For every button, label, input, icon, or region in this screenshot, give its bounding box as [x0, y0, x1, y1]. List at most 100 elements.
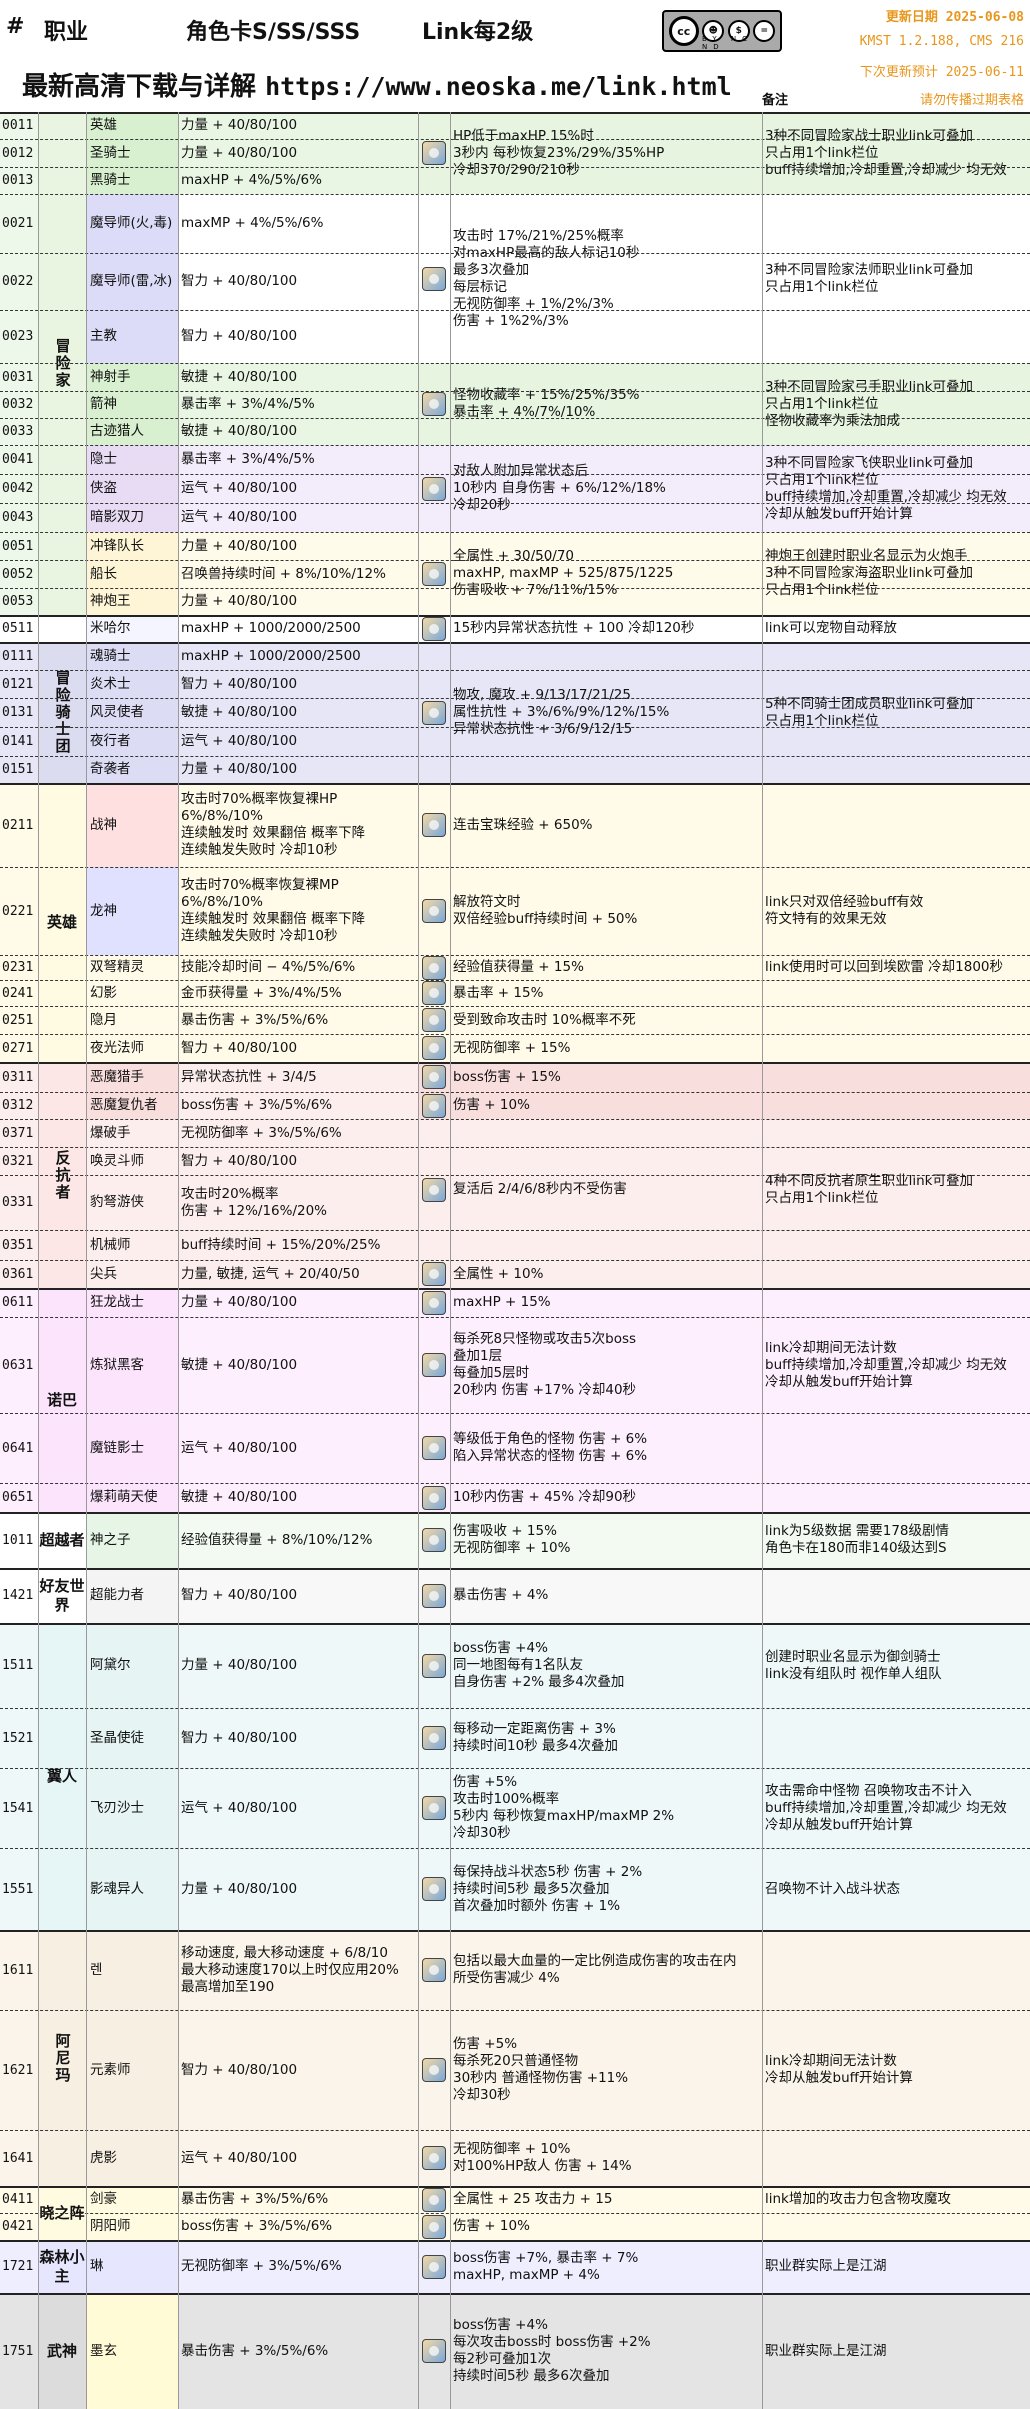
card-stat: 召唤兽持续时间 + 8%/10%/12%	[178, 560, 418, 588]
job-name: 冲锋队长	[86, 532, 178, 560]
job-name: 炼狱黑客	[86, 1317, 178, 1413]
khali-link-icon	[422, 1796, 446, 1820]
card-stat: 智力 + 40/80/100	[178, 2010, 418, 2130]
job-name: 虎影	[86, 2130, 178, 2186]
skill-icon-cell	[418, 1483, 450, 1512]
row-divider	[0, 1623, 1030, 1625]
link-skill-note	[762, 1288, 1030, 1317]
link-skill-effect: 物攻, 魔攻 + 9/13/17/21/25 属性抗性 + 3%/6%/9%/1…	[450, 642, 762, 783]
row-divider	[0, 1175, 1030, 1176]
angelic-buster-link-icon	[422, 1485, 446, 1510]
row-divider	[0, 503, 1030, 504]
link-skill-effect: 怪物收藏率 + 15%/25%/35% 暴击率 + 4%/7%/10%	[450, 363, 762, 445]
row-divider	[0, 167, 1030, 168]
skill-icon-cell	[418, 112, 450, 194]
job-group-label: 武神	[38, 2293, 86, 2409]
card-stat: 力量 + 40/80/100	[178, 1623, 418, 1708]
column-card-header: 角色卡S/SS/SSS	[186, 20, 361, 45]
link-skill-note	[762, 1930, 1030, 2010]
link-skill-note: link冷却期间无法计数 buff持续增加,冷却重置,冷却减少 均无效 冷却从触…	[762, 1317, 1030, 1413]
row-divider	[0, 727, 1030, 728]
row-divider	[0, 418, 1030, 419]
row-divider	[0, 642, 1030, 644]
card-stat: 移动速度, 最大移动速度 + 6/8/10 最大移动速度170以上时仅应用20%…	[178, 1930, 418, 2010]
row-id: 0361	[0, 1260, 38, 1288]
job-name: 恶魔猎手	[86, 1062, 178, 1092]
card-stat: 异常状态抗性 + 3/4/5	[178, 1062, 418, 1092]
job-name: 魂骑士	[86, 642, 178, 670]
job-name: 豹弩游侠	[86, 1175, 178, 1230]
row-id: 0043	[0, 503, 38, 532]
thief-link-icon	[422, 476, 446, 501]
link-skill-effect: boss伤害 +4% 每次攻击boss时 boss伤害 +2% 每2秒可叠加1次…	[450, 2293, 762, 2409]
row-divider	[0, 445, 1030, 446]
link-skill-note	[762, 1568, 1030, 1623]
skill-icon-cell	[418, 2186, 450, 2213]
cadena2-link-icon	[422, 1436, 446, 1460]
link-skill-effect: 每移动一定距离伤害 + 3% 持续时间10秒 最多4次叠加	[450, 1708, 762, 1768]
row-divider	[0, 1006, 1030, 1007]
card-stat: 敏捷 + 40/80/100	[178, 1483, 418, 1512]
link-skill-effect: 伤害吸收 + 15% 无视防御率 + 10%	[450, 1512, 762, 1568]
row-id: 0012	[0, 139, 38, 167]
column-divider	[450, 112, 451, 2409]
row-divider	[0, 698, 1030, 699]
zero-link-icon	[422, 1528, 446, 1552]
job-name: 箭神	[86, 391, 178, 418]
skill-icon-cell	[418, 2240, 450, 2293]
row-id: 0022	[0, 253, 38, 310]
job-name: 魔导师(火,毒)	[86, 194, 178, 253]
column-job-header: 职业	[44, 20, 89, 45]
row-id: 0511	[0, 615, 38, 642]
row-id: 0651	[0, 1483, 38, 1512]
row-id: 0631	[0, 1317, 38, 1413]
job-name: 唤灵斗师	[86, 1147, 178, 1175]
row-id: 0411	[0, 2186, 38, 2213]
row-id: 1621	[0, 2010, 38, 2130]
job-name: 战神	[86, 783, 178, 867]
job-name: 侠盗	[86, 474, 178, 503]
row-divider	[0, 2130, 1030, 2131]
next-update: 下次更新预计 2025-06-11	[859, 65, 1024, 80]
job-group-label: 诺巴	[38, 1288, 86, 1512]
card-stat: 暴击伤害 + 3%/5%/6%	[178, 1006, 418, 1034]
row-id: 1751	[0, 2293, 38, 2409]
job-name: 奇袭者	[86, 756, 178, 783]
resistance-link-icon	[422, 1177, 446, 1202]
link-skill-note: link冷却期间无法计数 冷却从触发buff开始计算	[762, 2010, 1030, 2130]
row-id: 1541	[0, 1768, 38, 1848]
link-skill-effect: 经验值获得量 + 15%	[450, 955, 762, 980]
job-group-label: 森林小主	[38, 2240, 86, 2293]
job-group-label: 翼人	[38, 1623, 86, 1930]
skill-icon-cell	[418, 1034, 450, 1062]
skill-icon-cell	[418, 1260, 450, 1288]
page: { "header":{"hash":"#","col_job":"职业","c…	[0, 0, 1030, 2409]
row-id: 0271	[0, 1034, 38, 1062]
link-skill-note: 召唤物不计入战斗状态	[762, 1848, 1030, 1930]
link-skill-effect: 无视防御率 + 10% 对100%HP敌人 伤害 + 14%	[450, 2130, 762, 2186]
link-skill-note	[762, 2213, 1030, 2240]
row-divider	[0, 1512, 1030, 1514]
hayato-link-icon	[422, 2187, 446, 2212]
row-id: 0011	[0, 112, 38, 139]
mo-xuan-link-icon	[422, 2339, 446, 2363]
job-name: 阿黛尔	[86, 1623, 178, 1708]
job-name: 神之子	[86, 1512, 178, 1568]
illium-link-icon	[422, 1726, 446, 1750]
row-id: 0421	[0, 2213, 38, 2240]
ren-link-icon	[422, 1958, 446, 1982]
row-divider	[0, 1288, 1030, 1290]
row-id: 1551	[0, 1848, 38, 1930]
skill-icon-cell	[418, 1768, 450, 1848]
link-skill-effect: 攻击时 17%/21%/25%概率 对maxHP最高的敌人标记10秒 最多3次叠…	[450, 194, 762, 363]
row-divider	[0, 1708, 1030, 1709]
job-name: 主教	[86, 310, 178, 363]
warrior-link-icon	[422, 141, 446, 165]
card-stat: 力量 + 40/80/100	[178, 1288, 418, 1317]
cc-icon: cc	[668, 16, 699, 46]
link-skill-note	[762, 1708, 1030, 1768]
link-skill-effect: boss伤害 + 15%	[450, 1062, 762, 1092]
download-url[interactable]: https://www.neoska.me/link.html	[265, 72, 732, 101]
link-skill-effect: 暴击伤害 + 4%	[450, 1568, 762, 1623]
kaiser-link-icon	[422, 1290, 446, 1315]
